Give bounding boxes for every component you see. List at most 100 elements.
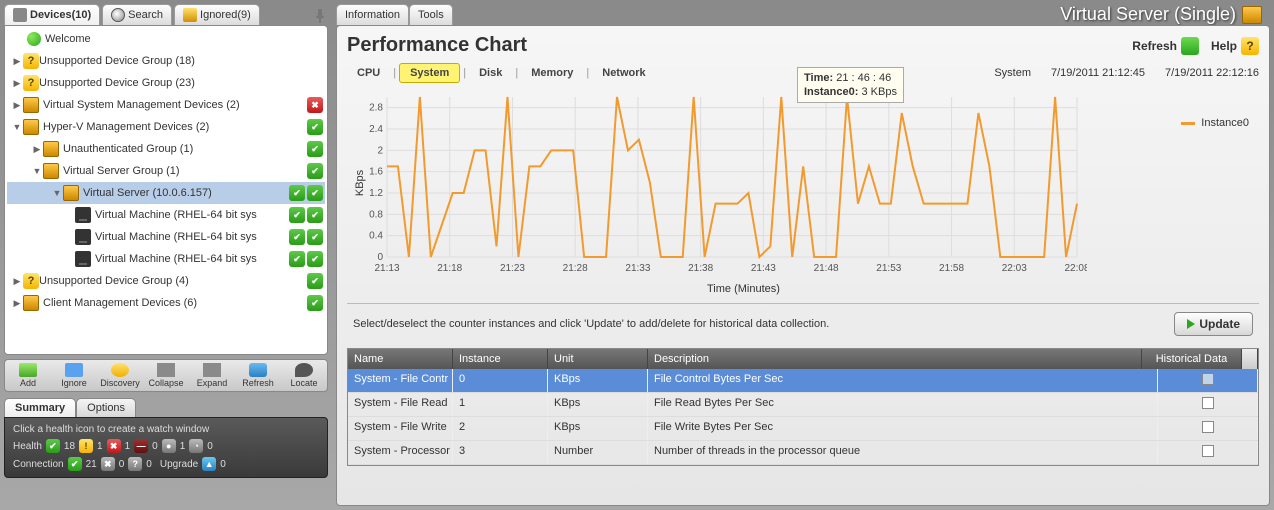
help-button[interactable]: Help ? <box>1211 37 1259 55</box>
legend-label: Instance0 <box>1201 117 1249 129</box>
tree-item[interactable]: Virtual Machine (RHEL-64 bit sys ✔✔ <box>7 248 325 270</box>
health-gray-icon[interactable]: ● <box>162 439 176 453</box>
health-clock-icon[interactable]: ◔ <box>189 439 203 453</box>
tab-search[interactable]: Search <box>102 4 172 25</box>
expand-icon[interactable]: ▶ <box>11 276 23 287</box>
health-red-icon[interactable]: ✖ <box>107 439 121 453</box>
health-green-count: 18 <box>64 441 75 452</box>
tree-label: Client Management Devices (6) <box>43 297 305 309</box>
conn-green-icon[interactable]: ✔ <box>68 457 82 471</box>
tab-ignored[interactable]: Ignored(9) <box>174 4 260 25</box>
health-red-count: 1 <box>125 441 131 452</box>
tree-item[interactable]: ▶ ? Unsupported Device Group (23) <box>7 72 325 94</box>
historical-checkbox[interactable] <box>1202 445 1214 457</box>
expand-icon[interactable]: ▶ <box>31 144 43 155</box>
welcome-icon <box>27 32 41 46</box>
legend-swatch <box>1181 122 1195 125</box>
svg-text:21:23: 21:23 <box>500 263 525 274</box>
time-range-label: System <box>994 67 1031 79</box>
cell-name: System - Processor <box>348 441 453 464</box>
chart-tab-network[interactable]: Network <box>592 64 655 82</box>
collapse-icon[interactable]: ▼ <box>31 166 43 176</box>
historical-checkbox[interactable] <box>1202 373 1214 385</box>
tree-item[interactable]: ▶ ? Unsupported Device Group (4) ✔ <box>7 270 325 292</box>
expand-icon[interactable]: ▶ <box>11 298 23 309</box>
add-button[interactable]: Add <box>5 360 51 391</box>
expand-icon[interactable]: ▶ <box>11 100 23 111</box>
tree-item[interactable]: Virtual Machine (RHEL-64 bit sys ✔✔ <box>7 226 325 248</box>
collapse-icon[interactable]: ▼ <box>51 188 63 198</box>
tab-devices[interactable]: Devices(10) <box>4 4 100 25</box>
performance-chart[interactable]: 00.40.81.21.622.42.821:1321:1821:2321:28… <box>347 87 1087 287</box>
pin-icon[interactable] <box>312 8 328 24</box>
col-description-header[interactable]: Description <box>648 349 1142 369</box>
health-yellow-icon[interactable]: ! <box>79 439 93 453</box>
tree-welcome[interactable]: Welcome <box>7 28 325 50</box>
col-name-header[interactable]: Name <box>348 349 453 369</box>
tab-tools[interactable]: Tools <box>409 4 453 25</box>
refresh-tree-button[interactable]: Refresh <box>235 360 281 391</box>
expand-all-icon <box>203 363 221 377</box>
help-label: Help <box>1211 39 1237 53</box>
health-green-icon[interactable]: ✔ <box>46 439 60 453</box>
discovery-button[interactable]: Discovery <box>97 360 143 391</box>
tree-item[interactable]: ▶ ? Unsupported Device Group (18) <box>7 50 325 72</box>
col-instance-header[interactable]: Instance <box>453 349 548 369</box>
device-tree[interactable]: Welcome ▶ ? Unsupported Device Group (18… <box>4 25 328 355</box>
expand-button[interactable]: Expand <box>189 360 235 391</box>
tree-item-selected[interactable]: ▼ Virtual Server (10.0.6.157) ✔✔ <box>7 182 325 204</box>
tree-item[interactable]: ▶ Virtual System Management Devices (2) … <box>7 94 325 116</box>
conn-unk-icon[interactable]: ? <box>128 457 142 471</box>
refresh-icon <box>249 363 267 377</box>
historical-checkbox[interactable] <box>1202 421 1214 433</box>
upgrade-icon[interactable]: ▲ <box>202 457 216 471</box>
tree-item[interactable]: Virtual Machine (RHEL-64 bit sys ✔✔ <box>7 204 325 226</box>
expand-icon[interactable]: ▶ <box>11 78 23 89</box>
tree-item[interactable]: ▶ Client Management Devices (6) ✔ <box>7 292 325 314</box>
collapse-icon[interactable]: ▼ <box>11 122 23 132</box>
status-green-icon: ✔ <box>289 251 305 267</box>
status-green-icon: ✔ <box>289 185 305 201</box>
conn-disc-icon[interactable]: ✖ <box>101 457 115 471</box>
table-row[interactable]: System - File Contr0KBpsFile Control Byt… <box>348 369 1258 393</box>
table-row[interactable]: System - File Write2KBpsFile Write Bytes… <box>348 417 1258 441</box>
status-green-icon: ✔ <box>307 229 323 245</box>
svg-text:1.2: 1.2 <box>369 188 383 199</box>
tooltip-inst-label: Instance0: <box>804 86 858 98</box>
health-gray-count: 1 <box>180 441 186 452</box>
update-button[interactable]: Update <box>1174 312 1253 336</box>
col-unit-header[interactable]: Unit <box>548 349 648 369</box>
locate-button[interactable]: Locate <box>281 360 327 391</box>
summary-panel: Click a health icon to create a watch wi… <box>4 417 328 478</box>
toolbar-label: Locate <box>290 378 317 388</box>
table-row[interactable]: System - Processor3NumberNumber of threa… <box>348 441 1258 465</box>
tab-information[interactable]: Information <box>336 4 409 25</box>
chart-tab-cpu[interactable]: CPU <box>347 64 390 82</box>
vm-icon <box>75 229 91 245</box>
col-historical-header[interactable]: Historical Data <box>1142 349 1242 369</box>
refresh-chart-button[interactable]: Refresh <box>1132 37 1199 55</box>
table-row[interactable]: System - File Read1KBpsFile Read Bytes P… <box>348 393 1258 417</box>
tree-item[interactable]: ▼ Hyper-V Management Devices (2) ✔ <box>7 116 325 138</box>
tree-item[interactable]: ▼ Virtual Server Group (1) ✔ <box>7 160 325 182</box>
tab-options[interactable]: Options <box>76 398 136 417</box>
tab-devices-label: Devices(10) <box>30 9 91 21</box>
historical-checkbox[interactable] <box>1202 397 1214 409</box>
table-body[interactable]: System - File Contr0KBpsFile Control Byt… <box>348 369 1258 465</box>
tree-label: Virtual Machine (RHEL-64 bit sys <box>95 209 287 221</box>
tab-summary[interactable]: Summary <box>4 398 76 417</box>
chart-tab-system[interactable]: System <box>399 63 460 83</box>
expand-icon[interactable]: ▶ <box>11 56 23 67</box>
status-green-icon: ✔ <box>307 251 323 267</box>
toolbar-label: Refresh <box>242 378 274 388</box>
tab-search-label: Search <box>128 9 163 21</box>
chart-tab-memory[interactable]: Memory <box>521 64 583 82</box>
tree-item[interactable]: ▶ Unauthenticated Group (1) ✔ <box>7 138 325 160</box>
health-stop-icon[interactable]: — <box>134 439 148 453</box>
discovery-icon <box>111 363 129 377</box>
ignore-button[interactable]: Ignore <box>51 360 97 391</box>
collapse-button[interactable]: Collapse <box>143 360 189 391</box>
chart-tab-disk[interactable]: Disk <box>469 64 512 82</box>
cell-historical <box>1158 393 1258 416</box>
summary-hint: Click a health icon to create a watch wi… <box>13 424 319 435</box>
